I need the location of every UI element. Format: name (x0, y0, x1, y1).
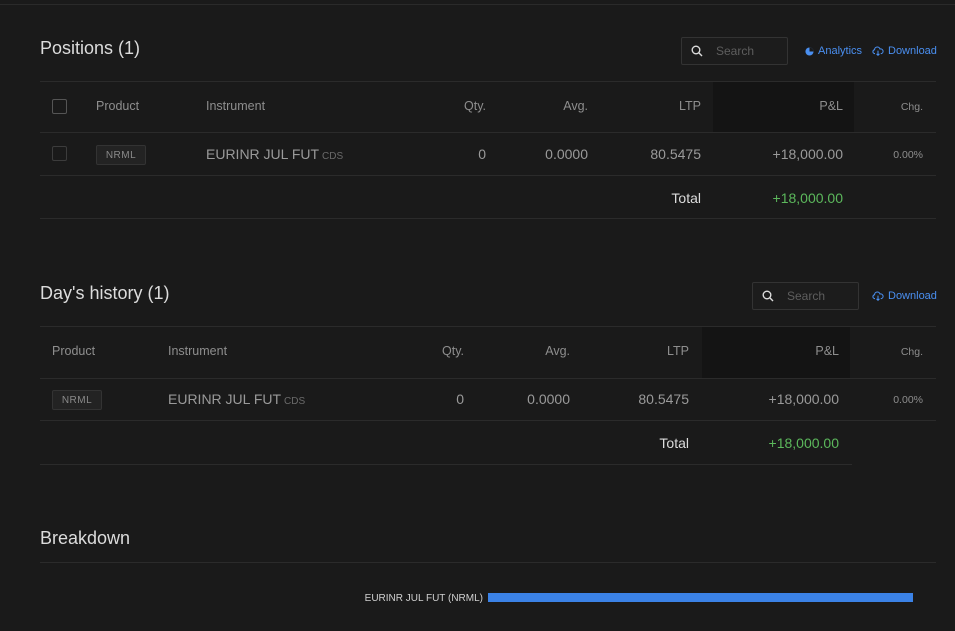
exchange-label: CDS (322, 151, 344, 162)
top-divider (0, 4, 955, 5)
analytics-label: Analytics (818, 45, 863, 57)
history-download-link[interactable]: Download (872, 290, 937, 302)
divider (40, 132, 936, 133)
column-header-chg[interactable]: Chg. (901, 101, 923, 113)
history-search-input[interactable] (787, 287, 847, 305)
divider (40, 218, 936, 219)
breakdown-title: Breakdown (40, 528, 131, 548)
divider (40, 464, 852, 465)
divider (40, 420, 936, 421)
column-header-qty[interactable]: Qty. (442, 344, 464, 358)
breakdown-bar[interactable] (488, 593, 913, 602)
cloud-download-icon (872, 291, 884, 301)
history-total-value: +18,000.00 (768, 435, 839, 451)
download-label: Download (888, 45, 937, 57)
analytics-link[interactable]: Analytics (805, 45, 862, 57)
column-header-product[interactable]: Product (52, 344, 95, 358)
search-icon (762, 290, 774, 302)
column-header-instrument[interactable]: Instrument (206, 99, 265, 113)
breakdown-bar-label: EURINR JUL FUT (NRML) (364, 593, 483, 604)
column-header-ltp[interactable]: LTP (679, 99, 701, 113)
divider (40, 562, 936, 563)
positions-total-value: +18,000.00 (772, 190, 843, 206)
column-header-product[interactable]: Product (96, 99, 139, 113)
column-header-instrument[interactable]: Instrument (168, 344, 227, 358)
history-search[interactable] (752, 282, 859, 310)
qty-cell: 0 (478, 146, 486, 162)
exchange-label: CDS (284, 396, 306, 407)
positions-download-link[interactable]: Download (872, 45, 937, 57)
history-total-label: Total (659, 435, 689, 451)
positions-title: Positions (1) (40, 38, 141, 58)
pnl-cell: +18,000.00 (772, 146, 843, 162)
ltp-cell: 80.5475 (638, 391, 689, 407)
qty-cell: 0 (456, 391, 464, 407)
positions-search-input[interactable] (716, 42, 776, 60)
instrument-cell[interactable]: EURINR JUL FUT CDS (206, 146, 343, 162)
positions-total-label: Total (671, 190, 701, 206)
chg-cell: 0.00% (893, 149, 923, 161)
positions-search[interactable] (681, 37, 788, 65)
cloud-download-icon (872, 46, 884, 56)
column-header-pnl[interactable]: P&L (819, 99, 843, 113)
instrument-name: EURINR JUL FUT (206, 146, 320, 162)
divider (40, 175, 936, 176)
column-header-avg[interactable]: Avg. (563, 99, 588, 113)
column-header-ltp[interactable]: LTP (667, 344, 689, 358)
pnl-cell: +18,000.00 (768, 391, 839, 407)
column-header-avg[interactable]: Avg. (545, 344, 570, 358)
ltp-cell: 80.5475 (650, 146, 701, 162)
product-badge: NRML (52, 390, 102, 410)
avg-cell: 0.0000 (527, 391, 570, 407)
avg-cell: 0.0000 (545, 146, 588, 162)
column-header-pnl[interactable]: P&L (815, 344, 839, 358)
row-checkbox[interactable] (52, 146, 67, 161)
search-icon (691, 45, 703, 57)
download-label: Download (888, 290, 937, 302)
instrument-name: EURINR JUL FUT (168, 391, 282, 407)
column-header-qty[interactable]: Qty. (464, 99, 486, 113)
analytics-icon (805, 46, 814, 56)
history-title: Day's history (1) (40, 283, 170, 303)
product-badge: NRML (96, 145, 146, 165)
column-header-chg[interactable]: Chg. (901, 346, 923, 358)
select-all-checkbox[interactable] (52, 99, 67, 114)
divider (40, 378, 936, 379)
chg-cell: 0.00% (893, 394, 923, 406)
instrument-cell[interactable]: EURINR JUL FUT CDS (168, 391, 305, 407)
